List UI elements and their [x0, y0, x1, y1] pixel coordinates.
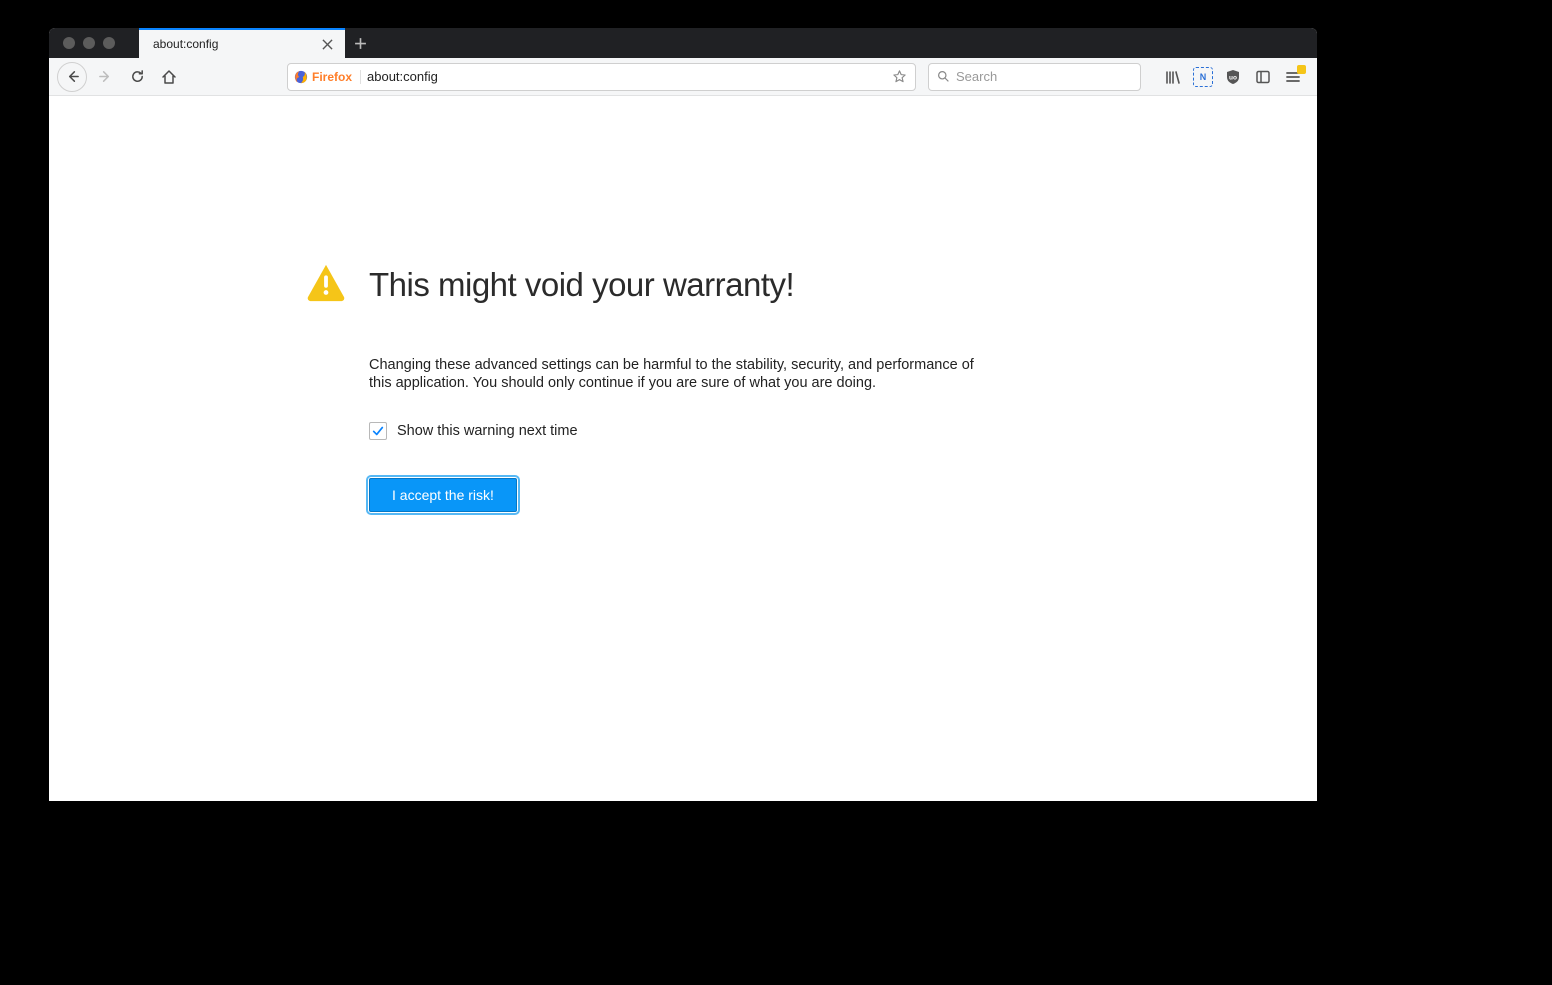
- identity-label: Firefox: [312, 70, 352, 84]
- firefox-icon: [294, 70, 308, 84]
- close-window-button[interactable]: [63, 37, 75, 49]
- search-icon: [937, 70, 950, 83]
- new-tab-button[interactable]: [345, 28, 375, 58]
- page-content: This might void your warranty! Changing …: [49, 96, 1317, 801]
- maximize-window-button[interactable]: [103, 37, 115, 49]
- warning-header: This might void your warranty!: [305, 261, 1317, 308]
- show-warning-checkbox[interactable]: [369, 422, 387, 440]
- notification-badge: [1297, 65, 1306, 74]
- accept-risk-button[interactable]: I accept the risk!: [369, 478, 517, 512]
- warning-text: Changing these advanced settings can be …: [369, 356, 997, 392]
- close-tab-button[interactable]: [319, 36, 335, 52]
- reload-icon: [130, 69, 145, 84]
- tab-label: about:config: [153, 37, 319, 51]
- home-button[interactable]: [155, 63, 183, 91]
- reload-button[interactable]: [123, 63, 151, 91]
- minimize-window-button[interactable]: [83, 37, 95, 49]
- forward-arrow-icon: [98, 69, 113, 84]
- shield-icon: uo: [1225, 69, 1241, 85]
- sidebar-button[interactable]: [1253, 67, 1273, 87]
- warning-title: This might void your warranty!: [369, 266, 794, 304]
- tab-strip: about:config: [49, 28, 1317, 58]
- warning-body: Changing these advanced settings can be …: [369, 356, 997, 512]
- show-warning-checkbox-row: Show this warning next time: [369, 422, 997, 440]
- plus-icon: [354, 37, 367, 50]
- library-icon: [1165, 69, 1181, 85]
- star-icon: [892, 69, 907, 84]
- close-icon: [322, 39, 333, 50]
- identity-badge[interactable]: Firefox: [294, 70, 361, 84]
- back-arrow-icon: [65, 69, 80, 84]
- window-controls: [49, 28, 139, 58]
- menu-button[interactable]: [1283, 67, 1303, 87]
- url-bar[interactable]: Firefox: [287, 63, 916, 91]
- noscript-button[interactable]: N: [1193, 67, 1213, 87]
- toolbar-icons: N uo: [1163, 67, 1309, 87]
- nav-toolbar: Firefox N uo: [49, 58, 1317, 96]
- svg-text:uo: uo: [1229, 74, 1237, 81]
- bookmark-button[interactable]: [889, 67, 909, 87]
- library-button[interactable]: [1163, 67, 1183, 87]
- back-button[interactable]: [57, 62, 87, 92]
- tab-about-config[interactable]: about:config: [139, 28, 345, 58]
- search-input[interactable]: [956, 69, 1132, 84]
- ublock-button[interactable]: uo: [1223, 67, 1243, 87]
- checkmark-icon: [372, 425, 384, 437]
- forward-button[interactable]: [91, 63, 119, 91]
- sidebar-icon: [1255, 69, 1271, 85]
- browser-window: about:config: [49, 28, 1317, 801]
- url-input[interactable]: [367, 69, 883, 84]
- show-warning-label: Show this warning next time: [397, 423, 578, 439]
- warning-triangle-icon: [305, 261, 347, 308]
- home-icon: [161, 69, 177, 85]
- search-bar[interactable]: [928, 63, 1141, 91]
